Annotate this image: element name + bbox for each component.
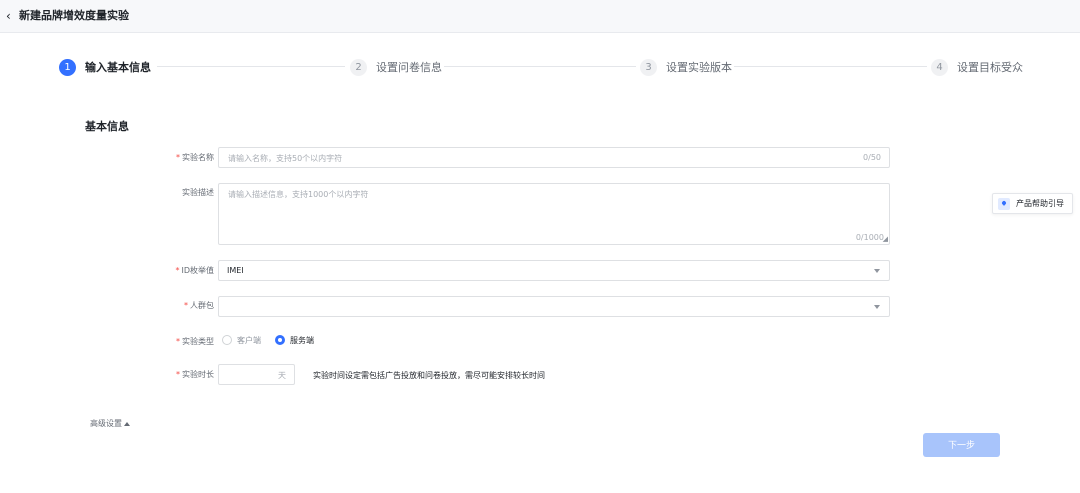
- name-input[interactable]: 请输入名称，支持50个以内字符 0/50: [218, 147, 890, 168]
- type-radio-group: 客户端 服务端: [222, 334, 328, 346]
- audience-label: * 人群包: [184, 301, 214, 310]
- chevron-down-icon: [874, 305, 880, 309]
- id-type-value: IMEI: [227, 266, 244, 275]
- name-label: * 实验名称: [176, 153, 214, 162]
- chevron-down-icon: [874, 269, 880, 273]
- step-1: 1 输入基本信息: [59, 57, 151, 77]
- stepper: 1 输入基本信息 2 设置问卷信息 3 设置实验版本 4 设置目标受众: [59, 57, 1059, 77]
- description-placeholder: 请输入描述信息，支持1000个以内字符: [228, 190, 369, 199]
- radio-client-label: 客户端: [237, 335, 261, 345]
- radio-server[interactable]: 服务端: [275, 335, 314, 346]
- step-2-number: 2: [350, 58, 367, 76]
- step-1-number: 1: [59, 58, 76, 76]
- radio-unchecked-icon: [222, 335, 232, 345]
- duration-note: 实验时间设定需包括广告投放和问卷投放，需尽可能安排较长时间: [313, 371, 545, 380]
- resize-handle-icon[interactable]: ◢: [883, 236, 888, 243]
- back-arrow-icon[interactable]: ‹: [6, 8, 11, 24]
- audience-select[interactable]: [218, 296, 890, 317]
- advanced-settings-toggle[interactable]: 高级设置: [90, 418, 130, 429]
- duration-unit: 天: [278, 371, 286, 380]
- name-placeholder: 请输入名称，支持50个以内字符: [228, 154, 343, 163]
- step-3-label: 设置实验版本: [666, 61, 732, 74]
- id-type-select[interactable]: IMEI: [218, 260, 890, 281]
- section-title: 基本信息: [85, 120, 129, 133]
- step-2: 2 设置问卷信息: [350, 57, 442, 77]
- advanced-settings-label: 高级设置: [90, 419, 122, 428]
- step-connector: [157, 66, 345, 67]
- duration-input[interactable]: 天: [218, 364, 295, 385]
- duration-label: * 实验时长: [176, 370, 214, 379]
- step-1-label: 输入基本信息: [85, 61, 151, 74]
- description-char-counter: 0/1000: [855, 233, 884, 242]
- name-char-counter: 0/50: [863, 153, 881, 162]
- step-3-number: 3: [640, 58, 657, 76]
- description-textarea[interactable]: 请输入描述信息，支持1000个以内字符 0/1000 ◢: [218, 183, 890, 245]
- id-type-label: * ID枚举值: [175, 266, 214, 275]
- next-step-button[interactable]: 下一步: [923, 433, 1000, 457]
- caret-up-icon: [124, 421, 130, 426]
- step-4-label: 设置目标受众: [957, 61, 1023, 74]
- top-bar: ‹ 新建品牌增效度量实验: [0, 0, 1080, 33]
- map-pin-icon: [998, 197, 1010, 210]
- step-4: 4 设置目标受众: [931, 57, 1023, 77]
- product-help-label: 产品帮助引导: [1016, 199, 1064, 208]
- type-label: * 实验类型: [176, 337, 214, 346]
- step-3: 3 设置实验版本: [640, 57, 732, 77]
- radio-client[interactable]: 客户端: [222, 335, 261, 346]
- radio-server-label: 服务端: [290, 335, 314, 345]
- page-title: 新建品牌增效度量实验: [19, 9, 129, 22]
- step-connector: [734, 66, 927, 67]
- radio-checked-icon: [275, 335, 285, 345]
- description-label: 实验描述: [182, 188, 214, 197]
- step-connector: [444, 66, 636, 67]
- step-2-label: 设置问卷信息: [376, 61, 442, 74]
- step-4-number: 4: [931, 58, 948, 76]
- product-help-button[interactable]: 产品帮助引导: [992, 193, 1073, 214]
